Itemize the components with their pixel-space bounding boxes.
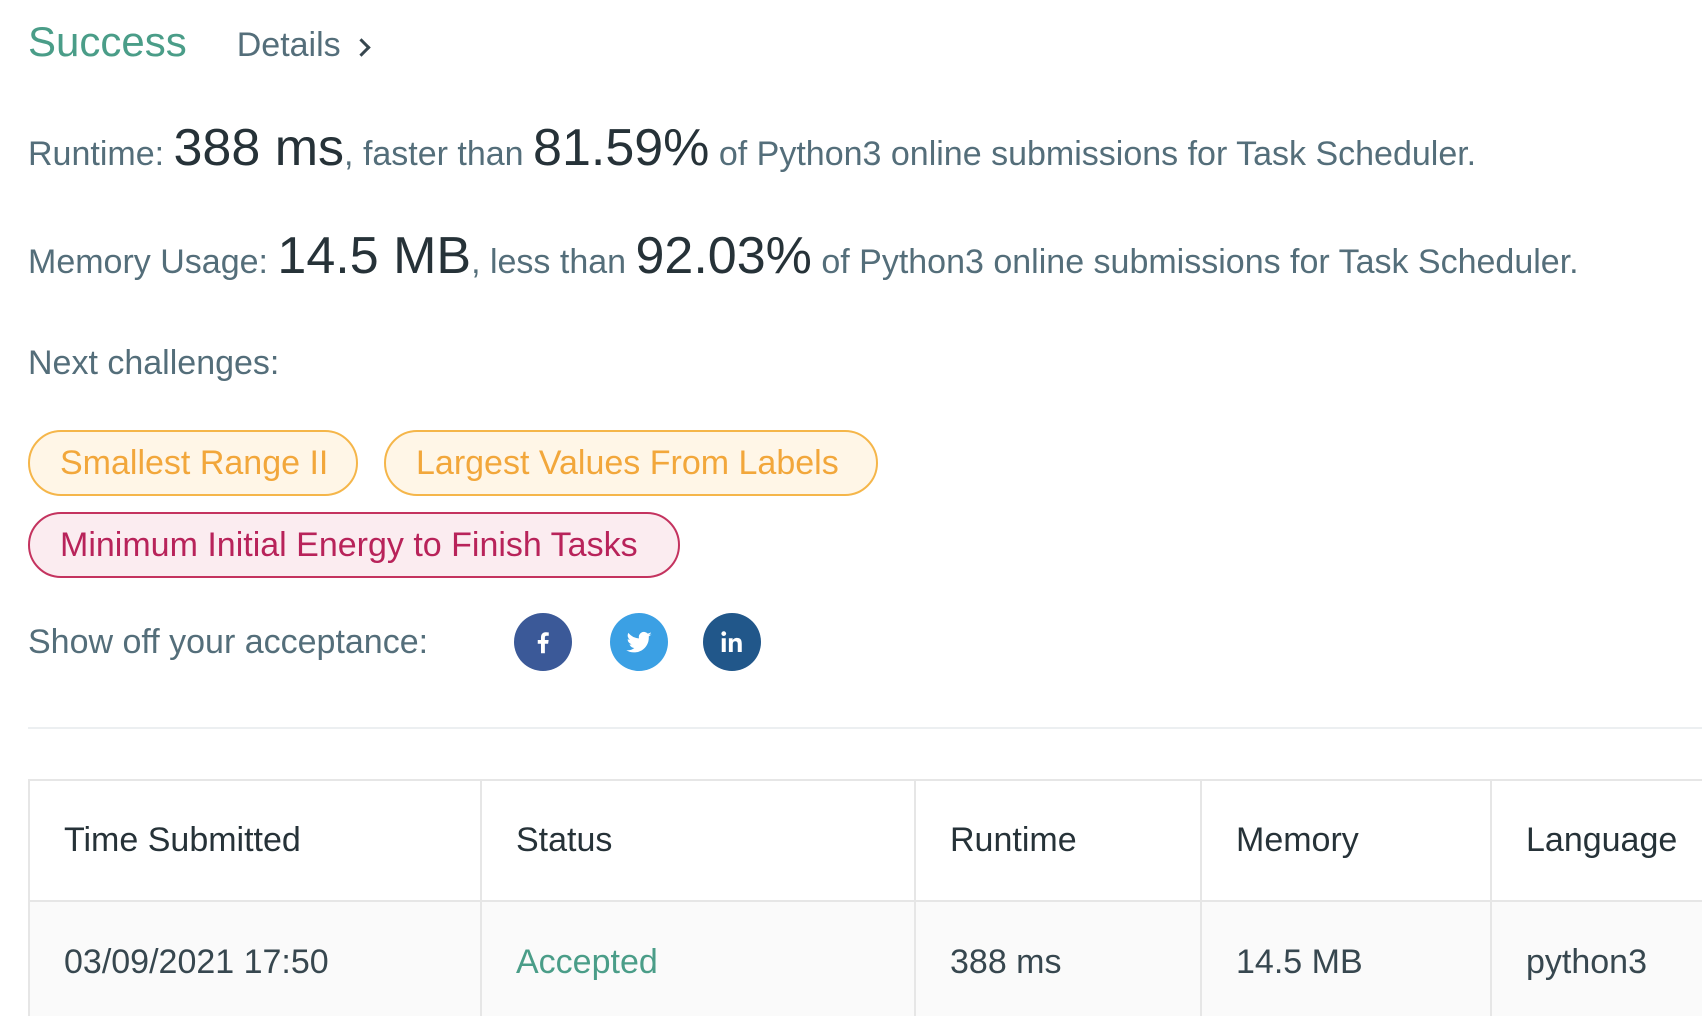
memory-suffix: of Python3 online submissions for Task S… (821, 243, 1579, 281)
twitter-share-button[interactable] (610, 613, 668, 671)
challenge-tag-largest-values-from-labels[interactable]: Largest Values From Labels (384, 430, 878, 496)
runtime-comparison: , faster than (344, 135, 524, 173)
challenge-tag-label: Largest Values From Labels (416, 443, 839, 482)
linkedin-icon (721, 631, 742, 652)
result-header: Success Details (28, 18, 371, 66)
table-header-row: Time Submitted Status Runtime Memory Lan… (30, 781, 1702, 902)
chevron-right-icon (351, 38, 371, 57)
memory-comparison: , less than (471, 243, 627, 281)
challenge-tag-label: Minimum Initial Energy to Finish Tasks (60, 525, 638, 564)
memory-value: 14.5 MB (277, 227, 472, 285)
column-header-status[interactable]: Status (482, 781, 916, 900)
submission-result-page: Success Details Runtime: 388 ms, faster … (0, 0, 1702, 1016)
facebook-share-button[interactable] (514, 613, 572, 671)
runtime-suffix: of Python3 online submissions for Task S… (718, 135, 1477, 173)
next-challenges-label: Next challenges: (28, 344, 280, 382)
challenge-tag-label: Smallest Range II (60, 443, 329, 482)
column-header-memory[interactable]: Memory (1202, 781, 1492, 900)
challenge-tag-minimum-initial-energy[interactable]: Minimum Initial Energy to Finish Tasks (28, 512, 680, 578)
column-header-language[interactable]: Language (1492, 781, 1702, 900)
challenge-tag-smallest-range-ii[interactable]: Smallest Range II (28, 430, 358, 496)
status-success-label: Success (28, 18, 187, 65)
cell-status-accepted[interactable]: Accepted (482, 902, 916, 1016)
details-link[interactable]: Details (236, 26, 371, 65)
facebook-icon (537, 632, 549, 654)
cell-time-submitted: 03/09/2021 17:50 (30, 902, 482, 1016)
submissions-table: Time Submitted Status Runtime Memory Lan… (28, 779, 1702, 1016)
memory-label: Memory Usage: (28, 243, 268, 281)
twitter-icon (626, 631, 652, 653)
linkedin-share-button[interactable] (703, 613, 761, 671)
table-row[interactable]: 03/09/2021 17:50 Accepted 388 ms 14.5 MB… (30, 902, 1702, 1016)
runtime-percent: 81.59% (533, 119, 710, 177)
memory-percent: 92.03% (635, 227, 812, 285)
share-label: Show off your acceptance: (28, 623, 429, 661)
details-label: Details (236, 26, 341, 64)
runtime-value: 388 ms (173, 119, 345, 177)
runtime-label: Runtime: (28, 135, 165, 173)
column-header-runtime[interactable]: Runtime (916, 781, 1202, 900)
cell-memory: 14.5 MB (1202, 902, 1492, 1016)
runtime-stat: Runtime: 388 ms, faster than 81.59% of P… (28, 118, 1476, 178)
memory-stat: Memory Usage: 14.5 MB, less than 92.03% … (28, 226, 1579, 286)
cell-runtime: 388 ms (916, 902, 1202, 1016)
column-header-time-submitted[interactable]: Time Submitted (30, 781, 482, 900)
cell-language: python3 (1526, 943, 1647, 981)
section-divider (28, 727, 1702, 729)
